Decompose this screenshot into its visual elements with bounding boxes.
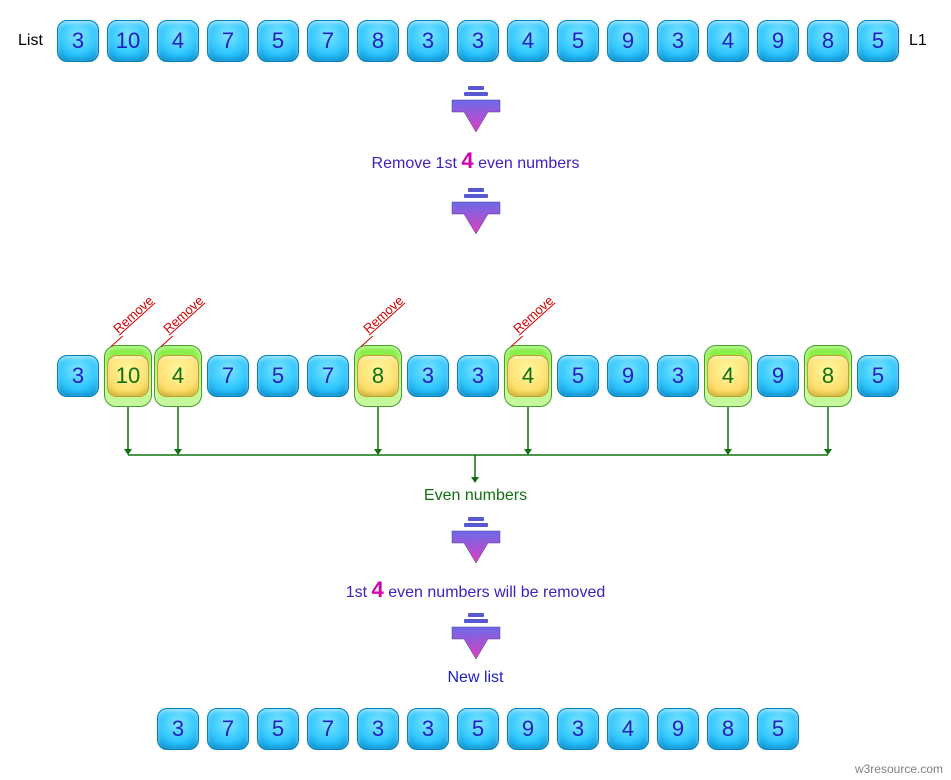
row2-cell: 7	[307, 355, 349, 397]
row3-cell: 5	[457, 708, 499, 750]
row3-cell: 3	[357, 708, 399, 750]
row3-cell: 7	[307, 708, 349, 750]
remove-tag: Remove	[360, 293, 406, 337]
arrow-icon	[446, 517, 506, 565]
row2-cell: 9	[757, 355, 799, 397]
row1-cell: 4	[707, 20, 749, 62]
row1-cell: 8	[357, 20, 399, 62]
arrow-icon	[446, 188, 506, 236]
row2-cell: 9	[607, 355, 649, 397]
row3-cell: 7	[207, 708, 249, 750]
row2-cell: 7	[207, 355, 249, 397]
row2-cell: 10	[107, 355, 149, 397]
row1-cell: 7	[307, 20, 349, 62]
row3-cell: 4	[607, 708, 649, 750]
watermark: w3resource.com	[855, 762, 943, 776]
row3-cell: 5	[257, 708, 299, 750]
row2-cell: 5	[257, 355, 299, 397]
row1-cell: 9	[757, 20, 799, 62]
remove-tag: Remove	[110, 293, 156, 337]
row2-cell: 5	[857, 355, 899, 397]
caption-will-remove: 1st 4 even numbers will be removed	[0, 577, 951, 603]
row3-cell: 3	[157, 708, 199, 750]
row3-cell: 5	[757, 708, 799, 750]
row3-cell: 3	[557, 708, 599, 750]
row2-cell: 5	[557, 355, 599, 397]
row3-cell: 9	[657, 708, 699, 750]
row1-cell: 3	[457, 20, 499, 62]
arrow-icon	[446, 86, 506, 134]
row2-cell: 3	[657, 355, 699, 397]
row3-cell: 3	[407, 708, 449, 750]
row2-cell: 3	[457, 355, 499, 397]
row1-cell: 3	[57, 20, 99, 62]
remove-tag: Remove	[510, 293, 556, 337]
label-l1: L1	[909, 32, 927, 50]
row2-cell: 3	[57, 355, 99, 397]
row2-cell: 8	[357, 355, 399, 397]
remove-tag: Remove	[160, 293, 206, 337]
even-connector	[0, 407, 951, 503]
row1-cell: 8	[807, 20, 849, 62]
row1-cell: 3	[657, 20, 699, 62]
caption-remove-first: Remove 1st 4 even numbers	[0, 148, 951, 174]
row1-cell: 7	[207, 20, 249, 62]
row1-cell: 4	[507, 20, 549, 62]
row1-cell: 5	[257, 20, 299, 62]
row1-cell: 4	[157, 20, 199, 62]
row1-cell: 5	[557, 20, 599, 62]
row2-cell: 4	[507, 355, 549, 397]
row1-cell: 9	[607, 20, 649, 62]
label-list: List	[18, 32, 43, 50]
row1-cell: 3	[407, 20, 449, 62]
row2-cell: 4	[707, 355, 749, 397]
row2-cell: 8	[807, 355, 849, 397]
row2-cell: 4	[157, 355, 199, 397]
row1-cell: 10	[107, 20, 149, 62]
row1-cell: 5	[857, 20, 899, 62]
row3-cell: 8	[707, 708, 749, 750]
label-new-list: New list	[0, 669, 951, 687]
arrow-icon	[446, 613, 506, 661]
row2-cell: 3	[407, 355, 449, 397]
row3-cell: 9	[507, 708, 549, 750]
